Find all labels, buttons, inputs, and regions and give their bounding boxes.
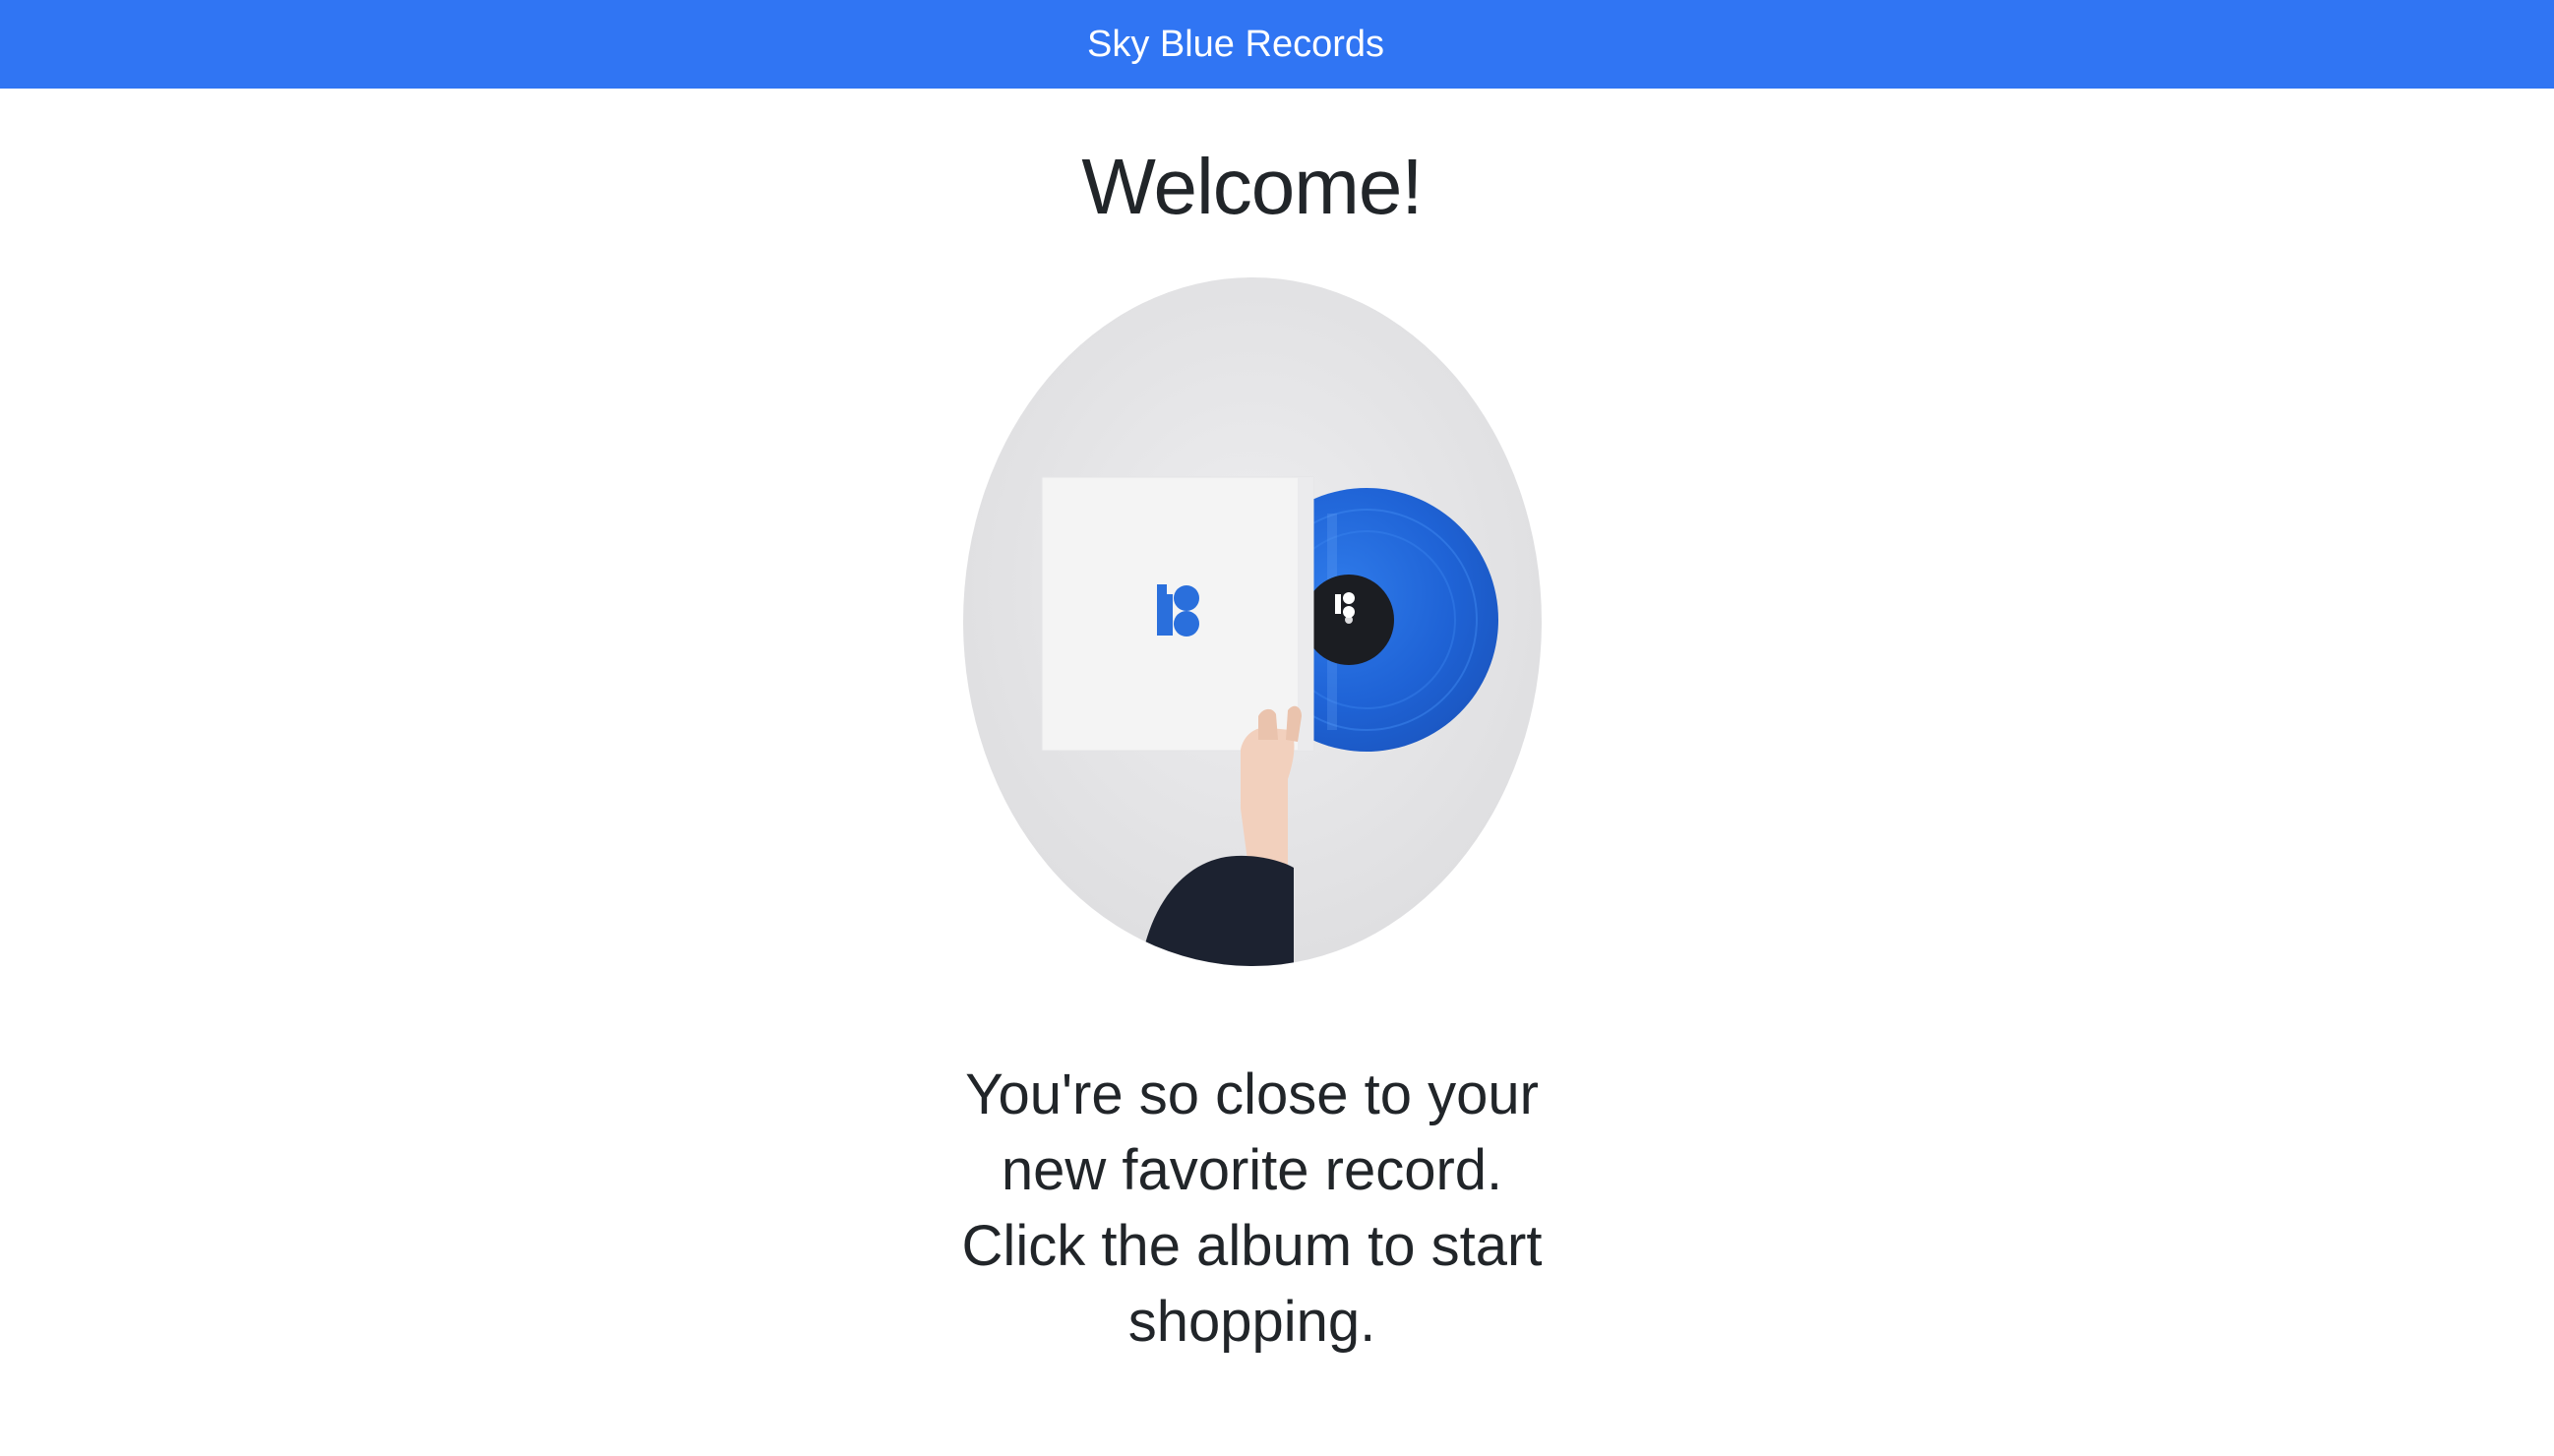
tagline-line: new favorite record. [1001,1138,1503,1202]
welcome-heading: Welcome! [1081,143,1423,230]
album-image-link[interactable] [963,277,1542,966]
tagline: You're so close to your new favorite rec… [0,1057,2504,1360]
tagline-line: shopping. [1127,1290,1376,1354]
top-navbar: Sky Blue Records [0,0,2554,89]
album-image [963,277,1542,966]
brand-link[interactable]: Sky Blue Records [0,0,2471,89]
tagline-line: You're so close to your [965,1062,1539,1126]
tagline-line: Click the album to start [961,1214,1543,1278]
album-sleeve [1041,476,1314,752]
